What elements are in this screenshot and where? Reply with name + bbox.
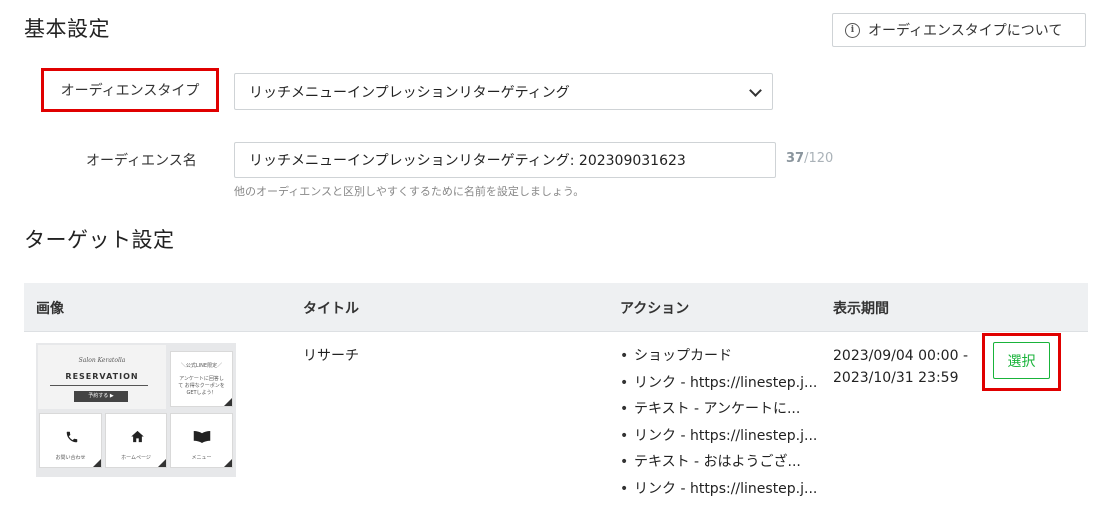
row-actions-list: ショップカード リンク - https://linestep.j... テキスト… — [620, 343, 817, 502]
audience-name-input[interactable]: リッチメニューインプレッションリターゲティング: 202309031623 — [234, 142, 776, 178]
home-tile-label: ホームページ — [121, 455, 151, 461]
period-end: 2023/10/31 23:59 — [833, 370, 959, 386]
table-header: 画像 タイトル アクション 表示期間 — [24, 283, 1088, 332]
period-start: 2023/09/04 00:00 - — [833, 348, 968, 364]
menu-tile-label: メニュー — [191, 455, 212, 461]
char-count: 37 — [786, 151, 805, 166]
corner-mark — [224, 398, 232, 406]
action-item: テキスト - アンケートに... — [620, 396, 817, 423]
salon-script-title: Salon Keratolla — [78, 357, 126, 364]
line-promo-title: ＼公式LINE限定／ — [180, 363, 223, 369]
info-icon: i — [845, 22, 860, 38]
home-icon — [131, 430, 144, 443]
action-item: テキスト - おはようござ... — [620, 449, 817, 476]
char-counter: 37/120 — [786, 151, 833, 166]
chevron-down-icon — [749, 84, 762, 97]
reserve-mini-button: 予約する ▶ — [74, 391, 128, 402]
audience-type-help-button[interactable]: i オーディエンスタイプについて — [832, 13, 1086, 47]
menu-tile: メニュー — [170, 413, 233, 468]
audience-type-label: オーディエンスタイプ — [41, 68, 219, 112]
contact-tile: お問い合わせ — [39, 413, 102, 468]
column-header-action: アクション — [620, 301, 690, 317]
action-item: リンク - https://linestep.j... — [620, 476, 817, 503]
divider — [50, 385, 148, 386]
rich-menu-thumbnail: Salon Keratolla RESERVATION 予約する ▶ ＼公式LI… — [36, 343, 236, 477]
audience-type-selected-value: リッチメニューインプレッションリターゲティング — [249, 84, 570, 101]
audience-name-value: リッチメニューインプレッションリターゲティング: 202309031623 — [249, 153, 686, 169]
corner-mark — [158, 459, 166, 467]
reservation-tile: Salon Keratolla RESERVATION 予約する ▶ — [38, 345, 166, 409]
contact-tile-label: お問い合わせ — [55, 455, 86, 461]
audience-name-label: オーディエンス名 — [86, 153, 197, 169]
help-button-label: オーディエンスタイプについて — [868, 23, 1063, 39]
corner-mark — [224, 459, 232, 467]
select-button[interactable]: 選択 — [993, 342, 1050, 379]
basic-settings-heading: 基本設定 — [24, 17, 110, 41]
audience-type-select[interactable]: リッチメニューインプレッションリターゲティング — [234, 73, 773, 110]
audience-name-hint: 他のオーディエンスと区別しやすくするために名前を設定しましょう。 — [234, 185, 585, 198]
row-title: リサーチ — [303, 348, 359, 364]
line-promo-tile: ＼公式LINE限定／ アンケートに回答して お得なクーポンを GETしよう！ — [170, 351, 233, 407]
column-header-period: 表示期間 — [833, 301, 889, 317]
corner-mark — [93, 459, 101, 467]
row-display-period: 2023/09/04 00:00 - 2023/10/31 23:59 — [833, 345, 968, 389]
char-limit: /120 — [804, 151, 834, 166]
book-icon — [193, 431, 211, 443]
action-item: リンク - https://linestep.j... — [620, 423, 817, 450]
action-item: ショップカード — [620, 343, 817, 370]
audience-type-label-text: オーディエンスタイプ — [60, 83, 200, 99]
column-header-title: タイトル — [303, 301, 359, 317]
phone-icon — [66, 431, 78, 443]
column-header-image: 画像 — [36, 301, 64, 317]
target-settings-heading: ターゲット設定 — [24, 228, 175, 252]
line-promo-text: アンケートに回答して お得なクーポンを GETしよう！ — [178, 376, 225, 396]
home-tile: ホームページ — [105, 413, 167, 468]
reservation-title: RESERVATION — [65, 372, 139, 381]
action-item: リンク - https://linestep.j... — [620, 370, 817, 397]
